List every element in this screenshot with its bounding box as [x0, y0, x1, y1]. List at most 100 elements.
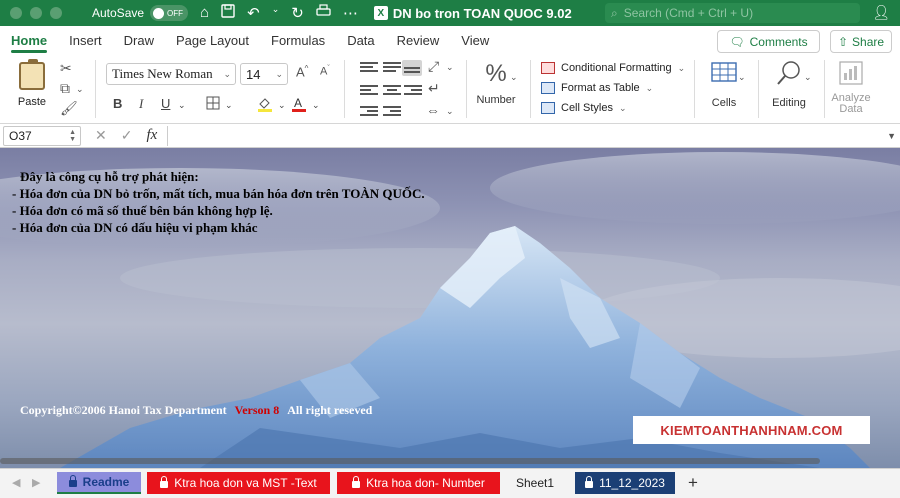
- format-as-table-button[interactable]: Format as Table ⌄: [541, 82, 653, 94]
- increase-font-size-icon[interactable]: A^: [296, 64, 308, 79]
- excel-file-icon: X: [373, 6, 388, 20]
- format-painter-icon[interactable]: 🖌︎: [60, 100, 78, 117]
- borders-icon[interactable]: [206, 96, 220, 113]
- search-input[interactable]: ⌕ Search (Cmd + Ctrl + U): [605, 3, 860, 23]
- decrease-indent-icon[interactable]: [360, 106, 378, 118]
- chevron-down-icon[interactable]: ⌄: [804, 72, 812, 83]
- underline-button[interactable]: U: [161, 96, 170, 111]
- wrap-text-icon[interactable]: ↵: [428, 80, 440, 97]
- expand-formula-bar-icon[interactable]: ▼: [887, 131, 896, 141]
- chevron-down-icon[interactable]: ⌄: [278, 100, 286, 111]
- align-top-icon[interactable]: [360, 62, 378, 74]
- sheet-tab[interactable]: 11_12_2023: [575, 472, 675, 494]
- autosave-toggle[interactable]: OFF: [150, 5, 189, 21]
- sheet-tab[interactable]: Ktra hoa don- Number: [337, 472, 500, 494]
- chevron-down-icon: ⌄: [618, 102, 627, 113]
- copyright-text: Copyright©2006 Hanoi Tax Department: [20, 403, 227, 417]
- merge-icon[interactable]: ⇔: [426, 102, 440, 118]
- description-line: Đây là công cụ hỗ trợ phát hiện:: [20, 169, 199, 184]
- add-sheet-button[interactable]: +: [688, 473, 698, 493]
- bold-button[interactable]: B: [113, 96, 122, 111]
- next-sheet-icon[interactable]: ▶: [32, 476, 40, 489]
- align-left-icon[interactable]: [360, 85, 378, 97]
- align-bottom-icon[interactable]: [402, 60, 422, 76]
- chevron-down-icon[interactable]: ⌄: [446, 62, 454, 73]
- person-icon[interactable]: 👤︎: [872, 4, 890, 21]
- decrease-font-size-icon[interactable]: Aˇ: [320, 65, 330, 78]
- tab-view[interactable]: View: [450, 26, 500, 54]
- align-middle-icon[interactable]: [383, 62, 401, 74]
- paste-icon: [19, 59, 45, 90]
- comments-button[interactable]: 🗨︎ Comments: [717, 30, 820, 53]
- align-center-icon[interactable]: [383, 85, 401, 97]
- tab-review[interactable]: Review: [386, 26, 451, 54]
- cell-styles-button[interactable]: Cell Styles ⌄: [541, 102, 627, 114]
- chevron-down-icon[interactable]: ⌄: [738, 72, 746, 83]
- increase-indent-icon[interactable]: [383, 106, 401, 118]
- rights-text: All right reseved: [287, 403, 373, 417]
- conditional-formatting-icon: [541, 62, 555, 74]
- redo-icon[interactable]: ↻: [291, 4, 304, 22]
- sheet-tab[interactable]: Ktra hoa don va MST -Text: [147, 472, 330, 494]
- close-window-button[interactable]: [10, 7, 22, 19]
- cut-icon[interactable]: ✂: [60, 60, 72, 77]
- chevron-down-icon[interactable]: ⌄: [178, 100, 186, 111]
- fill-color-icon[interactable]: [257, 96, 273, 115]
- format-as-table-label: Format as Table: [561, 82, 640, 94]
- editing-label: Editing: [772, 97, 806, 109]
- insert-function-button[interactable]: fx: [146, 127, 157, 144]
- number-format-button[interactable]: % Number: [476, 60, 516, 106]
- more-commands-icon[interactable]: ⋯: [343, 4, 358, 22]
- sheet-tab-label: Sheet1: [515, 476, 555, 490]
- chevron-down-icon[interactable]: ⌄: [510, 72, 518, 83]
- editing-button[interactable]: Editing: [767, 60, 811, 109]
- worksheet-area[interactable]: Đây là công cụ hỗ trợ phát hiện: - Hóa đ…: [0, 148, 900, 468]
- paste-label: Paste: [17, 96, 47, 108]
- cell-styles-label: Cell Styles: [561, 102, 613, 114]
- zoom-window-button[interactable]: [50, 7, 62, 19]
- minimize-window-button[interactable]: [30, 7, 42, 19]
- name-box-stepper-icon: ▲ ▼: [69, 128, 76, 143]
- orientation-icon[interactable]: ⤢: [428, 58, 439, 75]
- conditional-formatting-button[interactable]: Conditional Formatting ⌄: [541, 62, 685, 74]
- font-name-select[interactable]: Times New Roman ⌄: [106, 63, 236, 85]
- group-separator: [530, 60, 531, 118]
- confirm-entry-icon[interactable]: ✓: [121, 127, 133, 144]
- tab-insert[interactable]: Insert: [58, 26, 113, 54]
- tab-data[interactable]: Data: [336, 26, 385, 54]
- paste-button[interactable]: Paste: [12, 59, 52, 108]
- tab-page-layout[interactable]: Page Layout: [165, 26, 260, 54]
- previous-sheet-icon[interactable]: ◀: [12, 476, 20, 489]
- copy-icon[interactable]: ⧉: [60, 80, 70, 97]
- group-separator: [758, 60, 759, 118]
- sheet-tab[interactable]: Sheet1: [505, 472, 565, 494]
- tab-formulas[interactable]: Formulas: [260, 26, 336, 54]
- share-button[interactable]: ⇧ Share: [830, 30, 892, 53]
- cells-button[interactable]: Cells: [703, 60, 745, 109]
- cancel-entry-icon[interactable]: ✕: [95, 127, 107, 144]
- italic-button[interactable]: I: [139, 96, 143, 112]
- font-color-icon[interactable]: A: [292, 96, 306, 115]
- lock-icon: [352, 476, 361, 488]
- chevron-down-icon[interactable]: ⌄: [312, 100, 320, 111]
- sheet-tab[interactable]: Readme: [57, 472, 141, 494]
- horizontal-scrollbar[interactable]: [0, 458, 820, 464]
- tab-draw[interactable]: Draw: [113, 26, 165, 54]
- sheet-tab-label: Readme: [82, 475, 130, 489]
- font-size-select[interactable]: 14 ⌄: [240, 63, 288, 85]
- undo-icon[interactable]: ↶: [247, 4, 260, 22]
- home-icon[interactable]: ⌂: [200, 4, 209, 22]
- formula-input[interactable]: [168, 126, 900, 146]
- name-box[interactable]: O37 ▲ ▼: [3, 125, 81, 146]
- sheet-tab-bar: ◀ ▶ + Readme Ktra hoa don va MST -Text Ktr…: [0, 468, 900, 498]
- align-right-icon[interactable]: [404, 85, 422, 97]
- tab-home[interactable]: Home: [0, 26, 58, 54]
- share-icon: ⇧: [837, 34, 849, 49]
- chevron-down-icon[interactable]: ⌄: [225, 100, 233, 111]
- analyze-data-button[interactable]: Analyze Data: [830, 60, 872, 115]
- print-icon[interactable]: [316, 4, 331, 22]
- undo-dropdown-icon[interactable]: ⌄: [272, 4, 280, 22]
- chevron-down-icon[interactable]: ⌄: [446, 106, 454, 117]
- save-icon[interactable]: [221, 4, 235, 22]
- copy-dropdown-icon[interactable]: ⌄: [76, 84, 84, 95]
